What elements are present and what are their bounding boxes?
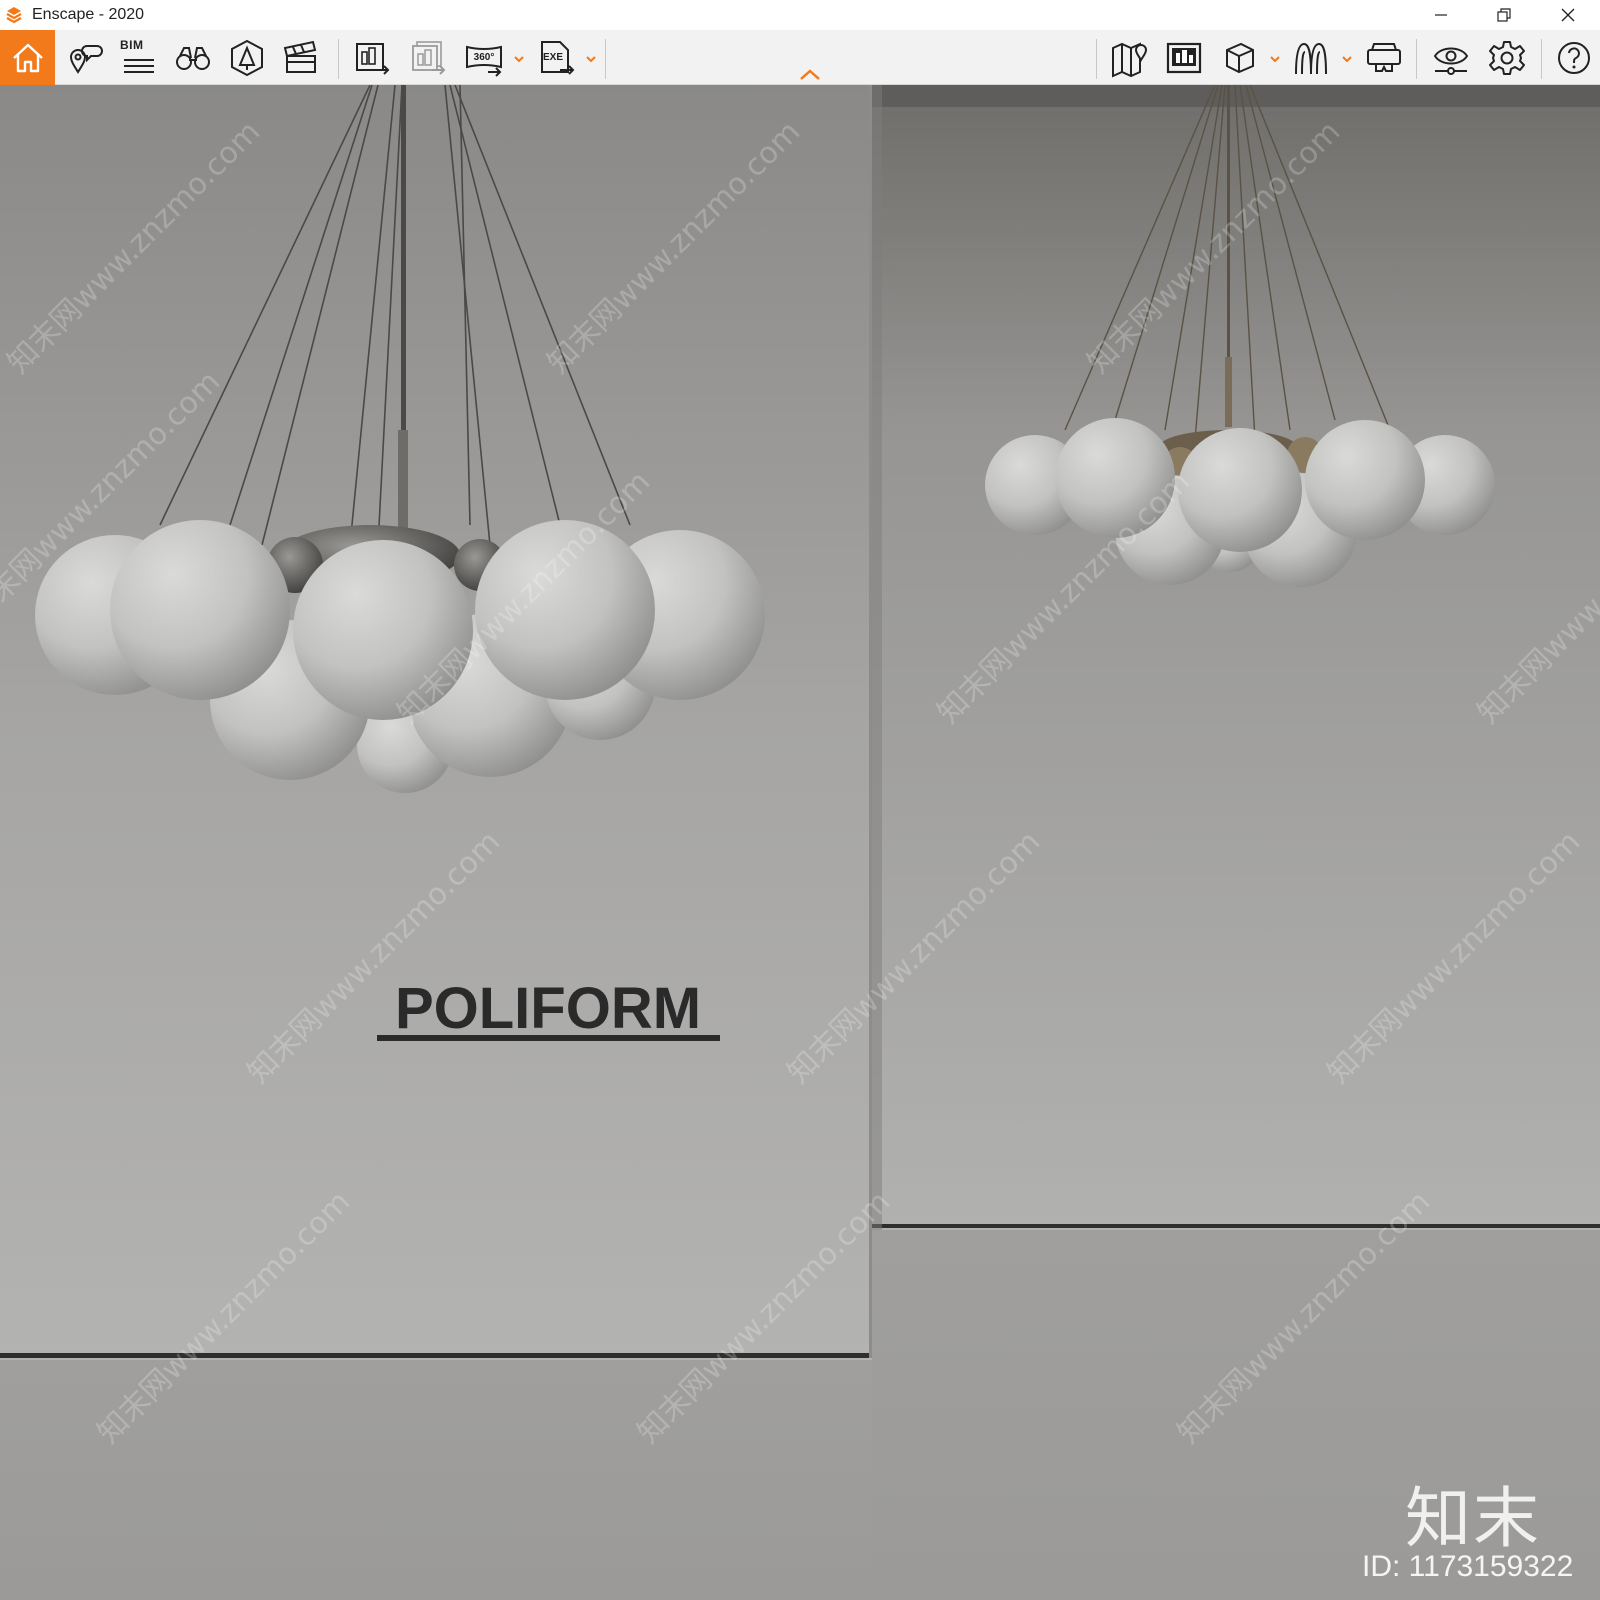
panorama-dropdown-icon[interactable] <box>512 52 526 66</box>
svg-text:EXE: EXE <box>543 52 563 63</box>
walkthrough-icon <box>1295 42 1327 74</box>
binoculars-icon <box>176 46 210 70</box>
scene-render: 知末网www.znzmo.com 知末网www.znzmo.com 知末网www… <box>0 85 1600 1600</box>
view-management-icon <box>69 44 103 74</box>
toolbar-separator <box>605 39 606 79</box>
clapperboard-icon <box>283 40 317 73</box>
cube-button[interactable] <box>1214 30 1264 85</box>
walkthrough-button[interactable] <box>1286 30 1336 85</box>
image-id-label: ID: 1173159322 <box>1362 1550 1574 1583</box>
restore-button[interactable] <box>1481 0 1527 30</box>
minimize-button[interactable] <box>1418 0 1464 30</box>
asset-library-button[interactable] <box>222 30 272 85</box>
map-button[interactable] <box>1104 30 1154 85</box>
batch-render-icon <box>412 40 446 75</box>
toolbar-separator <box>1416 39 1417 79</box>
view-management-button[interactable] <box>60 30 110 85</box>
toolbar-separator <box>1541 39 1542 79</box>
window-title: Enscape - 2020 <box>32 6 145 23</box>
gear-icon <box>1489 40 1525 75</box>
vr-headset-button[interactable] <box>1359 30 1409 85</box>
panorama-360-icon: 360° <box>466 45 502 77</box>
toolbar-separator <box>338 39 339 79</box>
settings-button[interactable] <box>1482 30 1532 85</box>
export-dropdown-icon[interactable] <box>584 52 598 66</box>
help-icon <box>1558 41 1590 74</box>
home-button[interactable] <box>0 30 55 85</box>
cube-dropdown-icon[interactable] <box>1268 52 1282 66</box>
chevron-up-icon[interactable] <box>798 67 822 81</box>
home-icon <box>12 43 43 72</box>
minimap-button[interactable] <box>1159 30 1209 85</box>
export-exe-button[interactable]: EXE <box>531 30 581 85</box>
batch-render-button[interactable] <box>403 30 453 85</box>
svg-text:360°: 360° <box>474 52 495 63</box>
corner-watermark-logo: 知末 <box>1405 1480 1541 1557</box>
bim-button[interactable]: BIM <box>113 30 163 85</box>
asset-library-icon <box>231 39 263 76</box>
poliform-wall-logo: POLIFORM <box>394 976 702 1041</box>
bim-label: BIM <box>120 38 144 52</box>
cube-icon <box>1226 42 1254 73</box>
video-editor-button[interactable] <box>276 30 326 85</box>
render-image-icon <box>356 42 390 75</box>
minimize-icon <box>1435 14 1447 16</box>
visual-settings-button[interactable] <box>1426 30 1476 85</box>
map-icon <box>1112 41 1148 78</box>
enscape-logo-icon <box>6 7 22 24</box>
title-bar: Enscape - 2020 <box>0 0 1600 30</box>
vr-headset-icon <box>1367 42 1401 72</box>
close-icon <box>1561 8 1575 22</box>
minimap-icon <box>1166 42 1202 73</box>
close-button[interactable] <box>1545 0 1591 30</box>
render-image-button[interactable] <box>347 30 397 85</box>
logo-underline <box>377 1035 720 1041</box>
toolbar-separator <box>1096 39 1097 79</box>
panorama-360-button[interactable]: 360° <box>459 30 509 85</box>
render-viewport[interactable]: 知末网www.znzmo.com 知末网www.znzmo.com 知末网www… <box>0 85 1600 1600</box>
help-button[interactable] <box>1549 30 1599 85</box>
enscape-toolbar: BIM 360° EXE <box>0 30 1600 85</box>
export-exe-icon: EXE <box>541 40 575 75</box>
walkthrough-dropdown-icon[interactable] <box>1340 52 1354 66</box>
binoculars-button[interactable] <box>168 30 218 85</box>
visual-settings-icon <box>1433 47 1469 75</box>
restore-icon <box>1497 8 1511 22</box>
